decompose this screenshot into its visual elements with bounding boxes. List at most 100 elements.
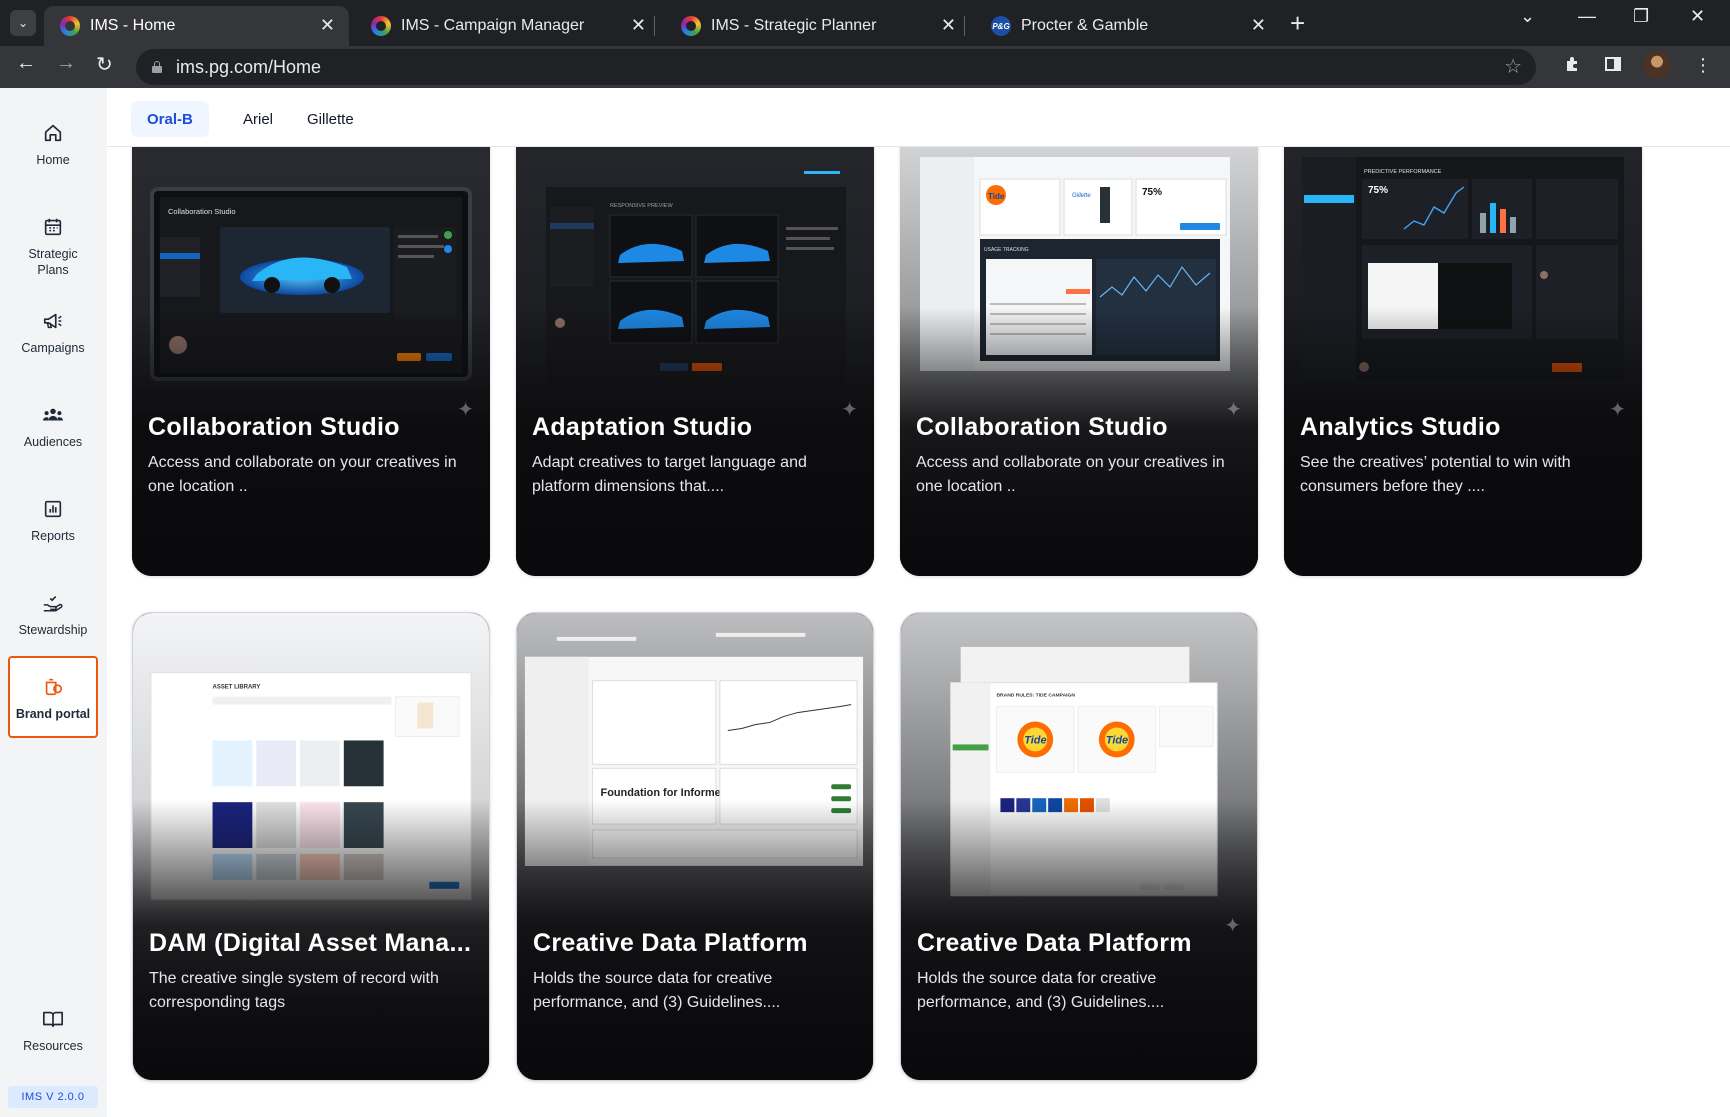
thumb-tide-text: Tide [1024,734,1046,746]
browser-toolbar: ← → ↻ ims.pg.com/Home ☆ ⋮ [0,46,1730,88]
tool-card-collaboration-studio[interactable]: Collaboration Studio ✦ Collaboration Stu… [132,147,490,576]
browser-tab-ims-home[interactable]: IMS - Home ✕ [44,6,349,46]
sidebar-item-label: Home [36,153,70,167]
sidebar-item-strategic-plans[interactable]: Strategic Plans [8,216,98,278]
thumb-label: USAGE TRACKING [984,247,1029,253]
close-tab-icon[interactable]: ✕ [941,15,956,36]
tool-card-adaptation-studio[interactable]: RESPONSIVE PREVIEW ✦ Adaptation Studio A… [516,147,874,576]
brand-tabs: Oral-B Ariel Gillette [107,88,1730,147]
tool-card-collaboration-studio-2[interactable]: Tide Gillette 75% USAGE TRACKING ✦ Colla… [900,147,1258,576]
thumb-pct-text: 75% [1142,187,1162,198]
thumb-label: BRAND RULES: TIDE CAMPAIGN [996,693,1075,699]
sidebar-item-resources[interactable]: Resources [8,1008,98,1054]
tab-search-button[interactable]: ⌄ [10,10,36,36]
lock-icon[interactable] [152,61,162,73]
hand-check-icon [43,595,63,612]
url-text: ims.pg.com/Home [176,56,322,77]
sidebar-item-label: Stewardship [18,623,88,637]
ims-logo-icon [371,16,391,36]
sidebar-item-label: Campaigns [21,341,85,355]
sidebar: Home Strategic Plans Campaigns Audiences… [0,88,107,1117]
thumb-tide-text: Tide [1106,734,1128,746]
tool-card-creative-data-platform-2[interactable]: BRAND RULES: TIDE CAMPAIGN Tide Tide ✦ C… [900,612,1258,1081]
card-description: Adapt creatives to target language and p… [532,454,807,495]
thumb-label: RESPONSIVE PREVIEW [610,203,673,209]
thumb-label: PREDICTIVE PERFORMANCE [1364,169,1442,175]
pg-logo-icon: P&G [991,16,1011,36]
tab-gillette[interactable]: Gillette [291,101,370,137]
brand-portal-icon [45,678,63,696]
card-description: Access and collaborate on your creatives… [916,454,1225,495]
card-title: DAM (Digital Asset Mana... [149,929,472,957]
close-tab-icon[interactable]: ✕ [320,15,335,36]
thumb-pct-text: 75% [1368,185,1388,196]
sidebar-item-home[interactable]: Home [8,122,98,168]
tab-oral-b[interactable]: Oral-B [131,101,209,137]
tab-list-chevron-icon[interactable]: ⌄ [1520,6,1535,27]
card-description: Access and collaborate on your creatives… [148,454,457,495]
close-window-icon[interactable]: ✕ [1690,6,1705,27]
thumb-label: ASSET LIBRARY [213,685,261,691]
sidebar-item-stewardship[interactable]: Stewardship [8,592,98,638]
tool-card-creative-data-platform[interactable]: Foundation for Informed Creativity Creat… [516,612,874,1081]
side-panel-icon[interactable] [1604,55,1622,78]
brand-portal-content: Collaboration Studio ✦ Collaboration Stu… [107,147,1730,1117]
tab-title: IMS - Strategic Planner [711,17,877,34]
browser-tab-procter-gamble[interactable]: P&G Procter & Gamble ✕ [975,6,1280,46]
card-description: See the creatives’ potential to win with… [1300,454,1571,495]
new-tab-button[interactable]: + [1290,8,1305,39]
calendar-icon [44,218,62,236]
forward-arrow-icon[interactable]: → [56,52,76,75]
bar-chart-icon [44,500,62,518]
card-title: Collaboration Studio [148,413,400,441]
card-title: Creative Data Platform [533,929,808,957]
card-title: Creative Data Platform [917,929,1192,957]
tab-title: IMS - Campaign Manager [401,17,585,34]
home-icon [44,124,62,142]
profile-avatar[interactable] [1643,51,1671,79]
card-description: Holds the source data for creative perfo… [917,970,1165,1011]
close-tab-icon[interactable]: ✕ [1251,15,1266,36]
restore-icon[interactable]: ❐ [1633,6,1649,27]
tool-card-analytics-studio[interactable]: PREDICTIVE PERFORMANCE 75% ✦ Analytics S… [1284,147,1642,576]
card-title: Collaboration Studio [916,413,1168,441]
browser-tab-strategic-planner[interactable]: IMS - Strategic Planner ✕ [665,6,970,46]
sidebar-item-campaigns[interactable]: Campaigns [8,310,98,356]
back-arrow-icon[interactable]: ← [16,52,36,75]
browser-tab-campaign-manager[interactable]: IMS - Campaign Manager ✕ [355,6,660,46]
card-description: Holds the source data for creative perfo… [533,970,781,1011]
sidebar-item-brand-portal[interactable]: Brand portal [8,656,98,738]
tab-ariel[interactable]: Ariel [227,101,289,137]
megaphone-icon [43,313,62,329]
card-description: The creative single system of record wit… [149,970,439,1011]
minimize-icon[interactable]: — [1578,6,1596,27]
tool-card-dam[interactable]: ASSET LIBRARY DAM (Digital Asset Mana...… [132,612,490,1081]
card-title: Analytics Studio [1300,413,1501,441]
more-menu-icon[interactable]: ⋮ [1694,55,1712,76]
close-tab-icon[interactable]: ✕ [631,15,646,36]
reload-icon[interactable]: ↻ [96,52,113,77]
sidebar-item-audiences[interactable]: Audiences [8,404,98,450]
sidebar-item-label: Brand portal [15,707,91,721]
tab-separator [964,16,965,36]
thumb-gillette-text: Gillette [1072,193,1091,199]
sidebar-item-reports[interactable]: Reports [8,498,98,544]
people-icon [42,408,64,421]
browser-tab-strip: ⌄ IMS - Home ✕ IMS - Campaign Manager ✕ … [0,0,1730,46]
version-badge: IMS V 2.0.0 [8,1086,98,1108]
sidebar-item-label: Audiences [23,435,83,449]
ims-logo-icon [60,16,80,36]
sidebar-item-label: Strategic Plans [28,247,78,277]
extensions-puzzle-icon[interactable] [1564,55,1582,78]
book-icon [43,1011,63,1028]
sidebar-item-label: Resources [23,1039,83,1053]
tab-title: Procter & Gamble [1021,17,1149,34]
sidebar-item-label: Reports [31,529,75,543]
address-bar[interactable]: ims.pg.com/Home ☆ [136,49,1536,85]
thumb-label: Collaboration Studio [168,207,236,216]
ims-logo-icon [681,16,701,36]
bookmark-star-icon[interactable]: ☆ [1504,54,1522,79]
thumb-tide-text: Tide [988,192,1005,201]
tab-title: IMS - Home [90,17,176,34]
tab-separator [654,16,655,36]
